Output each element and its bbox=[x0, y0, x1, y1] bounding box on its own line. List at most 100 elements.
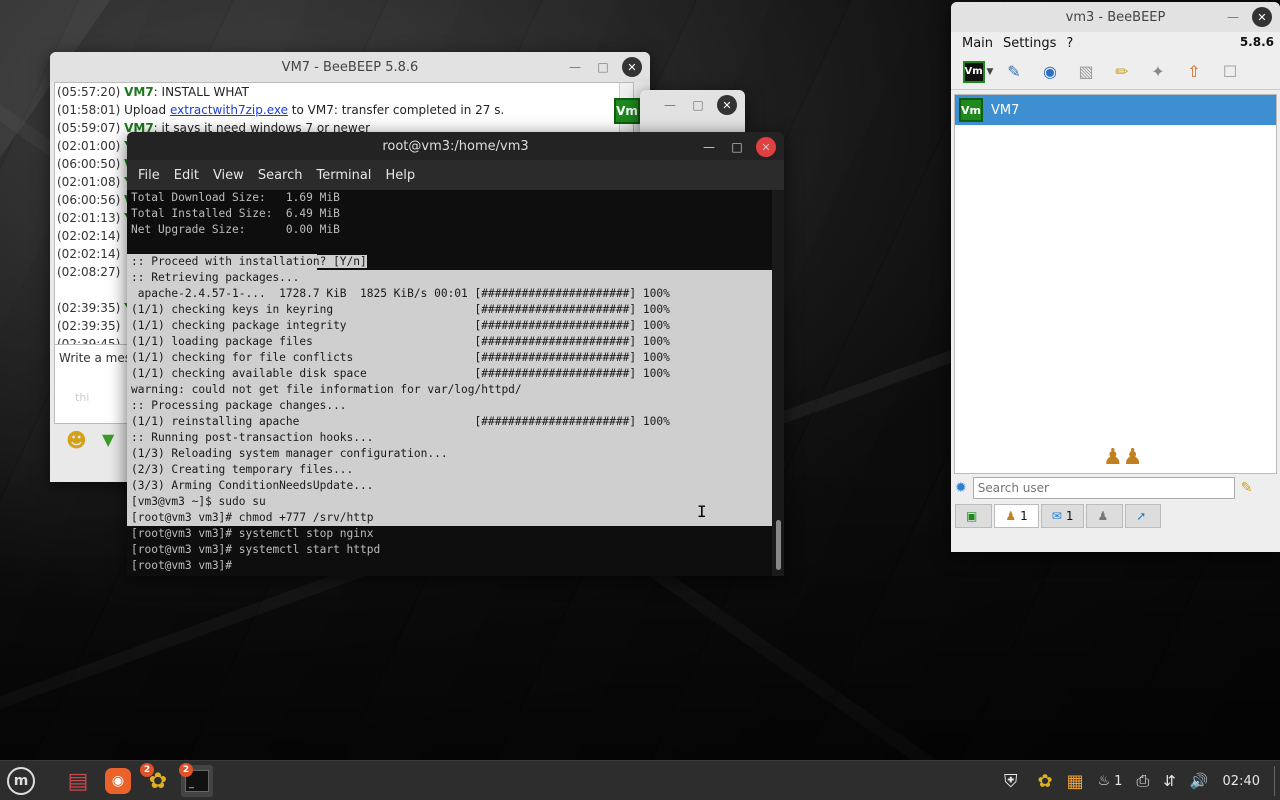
terminal-line: (3/3) Arming ConditionNeedsUpdate... bbox=[127, 478, 772, 494]
terminal-line: (1/1) checking available disk space [###… bbox=[127, 366, 772, 382]
folder-icon: ▤ bbox=[67, 768, 89, 794]
terminal-line: (1/1) reinstalling apache [#############… bbox=[127, 414, 772, 430]
terminal-menubar: File Edit View Search Terminal Help bbox=[127, 160, 784, 190]
terminal-line: :: Processing package changes... bbox=[127, 398, 772, 414]
terminal-badge: 2 bbox=[179, 763, 193, 777]
chat-timestamp: (02:39:35) bbox=[57, 319, 121, 333]
chat-timestamp: (02:02:14) bbox=[57, 229, 121, 243]
people-icon: ♟♟ bbox=[1103, 445, 1143, 470]
user-search-bar: ✹ ✎ bbox=[955, 476, 1275, 500]
chat-file-link[interactable]: extractwith7zip.exe bbox=[170, 103, 288, 117]
chat-sender: VM7 bbox=[124, 85, 154, 99]
maximize-icon[interactable]: □ bbox=[728, 138, 746, 156]
beebeep-badge: 2 bbox=[140, 763, 154, 777]
monitor-icon: ▣ bbox=[966, 509, 978, 523]
notifications-button[interactable]: ♨ 1 bbox=[1098, 773, 1123, 789]
terminal-line: (1/3) Reloading system manager configura… bbox=[127, 446, 772, 462]
chat-timestamp: (02:01:00) bbox=[57, 139, 121, 153]
emoji-icon[interactable]: ☻ bbox=[66, 428, 87, 452]
tab-monitor[interactable]: ▣ bbox=[955, 504, 993, 528]
terminal-line: :: Proceed with installation? [Y/n] bbox=[127, 254, 772, 270]
volume-icon[interactable]: 🔊 bbox=[1190, 772, 1209, 790]
terminal-title: root@vm3:/home/vm3 bbox=[382, 138, 529, 154]
minimize-icon[interactable]: — bbox=[1224, 8, 1242, 26]
vm3-beebeep-window[interactable]: vm3 - BeeBEEP — ✕ Main Settings ? 5.8.6 … bbox=[951, 2, 1280, 552]
minimize-icon[interactable]: — bbox=[700, 138, 718, 156]
terminal-line: warning: could not get file information … bbox=[127, 382, 772, 398]
menu-help[interactable]: ? bbox=[1061, 36, 1078, 51]
network-icon[interactable]: ⇵ bbox=[1163, 772, 1176, 790]
share-icon: ➚ bbox=[1136, 509, 1147, 523]
shared-folder-icon[interactable]: ▧ bbox=[1075, 61, 1097, 83]
vm3-titlebar[interactable]: vm3 - BeeBEEP — ✕ bbox=[951, 2, 1280, 32]
terminal-titlebar[interactable]: root@vm3:/home/vm3 — □ ✕ bbox=[127, 132, 784, 160]
menu-file[interactable]: File bbox=[131, 168, 167, 183]
menu-edit[interactable]: Edit bbox=[167, 168, 206, 183]
chat-timestamp: (02:08:27) bbox=[57, 265, 121, 279]
bell-icon: ♨ bbox=[1097, 773, 1111, 789]
tab-groups[interactable]: ♟ bbox=[1086, 504, 1124, 528]
vm7-titlebar[interactable]: VM7 - BeeBEEP 5.8.6 — □ ✕ bbox=[50, 52, 650, 82]
beebeep-taskbar-button[interactable]: 2 ✿ bbox=[140, 763, 174, 797]
file-manager-button[interactable]: ▤ bbox=[62, 765, 94, 797]
windows-icon[interactable]: ▦ bbox=[1067, 771, 1084, 792]
vm3-toolbar: Vm ▼ ✎ ◉ ▧ ✏ ✦ ⇧ ☐ bbox=[951, 54, 1280, 90]
terminal-line: :: Running post-transaction hooks... bbox=[127, 430, 772, 446]
tab-chats[interactable]: ✉ 1 bbox=[1040, 504, 1085, 528]
close-icon[interactable]: ✕ bbox=[622, 57, 642, 77]
user-row-vm7[interactable]: Vm VM7 bbox=[955, 95, 1276, 125]
close-icon[interactable]: ✕ bbox=[717, 95, 737, 115]
firefox-button[interactable]: ◉ bbox=[102, 765, 134, 797]
menu-main[interactable]: Main bbox=[957, 36, 998, 51]
show-desktop-button[interactable] bbox=[1274, 766, 1280, 796]
menu-help[interactable]: Help bbox=[378, 168, 422, 183]
minimize-icon[interactable]: — bbox=[661, 96, 679, 114]
update-icon[interactable]: ⇧ bbox=[1183, 61, 1205, 83]
maximize-icon[interactable]: □ bbox=[594, 58, 612, 76]
user-list[interactable]: Vm VM7 ♟♟ bbox=[954, 94, 1277, 474]
send-icon[interactable]: ▼ bbox=[102, 430, 114, 449]
background-window[interactable]: — □ ✕ bbox=[640, 90, 745, 132]
maximize-icon[interactable]: □ bbox=[689, 96, 707, 114]
chat-timestamp: (02:01:13) bbox=[57, 211, 121, 225]
minimize-icon[interactable]: — bbox=[566, 58, 584, 76]
search-user-input[interactable] bbox=[972, 477, 1235, 499]
close-icon[interactable]: ✕ bbox=[756, 137, 776, 157]
text-cursor-icon: I bbox=[697, 502, 707, 521]
message-draft: thi bbox=[75, 391, 90, 404]
background-titlebar[interactable]: — □ ✕ bbox=[640, 90, 745, 120]
menu-view[interactable]: View bbox=[206, 168, 251, 183]
notes-icon[interactable]: ✏ bbox=[1111, 61, 1133, 83]
terminal-line: (1/1) checking for file conflicts [#####… bbox=[127, 350, 772, 366]
plugins-icon[interactable]: ✦ bbox=[1147, 61, 1169, 83]
chat-timestamp: (06:00:56) bbox=[57, 193, 121, 207]
search-options-icon[interactable]: ✹ bbox=[955, 480, 967, 496]
profile-edit-icon[interactable]: ✎ bbox=[1003, 61, 1025, 83]
trash-icon[interactable]: ☐ bbox=[1219, 61, 1241, 83]
terminal-line: apache-2.4.57-1-... 1728.7 KiB 1825 KiB/… bbox=[127, 286, 772, 302]
terminal-line: [root@vm3 vm3]# chmod +777 /srv/http bbox=[127, 510, 772, 526]
terminal-text-selected: tion? [Y/n] bbox=[292, 255, 367, 268]
chat-text: to VM7: transfer completed in 27 s. bbox=[287, 103, 505, 117]
terminal-taskbar-button[interactable]: 2 _ bbox=[179, 763, 213, 797]
terminal-scroll-thumb[interactable] bbox=[776, 520, 781, 570]
terminal-window[interactable]: root@vm3:/home/vm3 — □ ✕ File Edit View … bbox=[127, 132, 784, 576]
menu-search[interactable]: Search bbox=[251, 168, 310, 183]
tab-users[interactable]: ♟ 1 bbox=[994, 504, 1039, 528]
tab-shares[interactable]: ➚ bbox=[1125, 504, 1162, 528]
menu-settings[interactable]: Settings bbox=[998, 36, 1061, 51]
menu-terminal[interactable]: Terminal bbox=[309, 168, 378, 183]
network-icon[interactable]: ◉ bbox=[1039, 61, 1061, 83]
terminal-output[interactable]: Total Download Size: 1.69 MiB Total Insta… bbox=[127, 190, 772, 576]
bee-tray-icon[interactable]: ✿ bbox=[1038, 771, 1053, 792]
notification-count: 1 bbox=[1114, 773, 1123, 789]
status-selector-button[interactable]: Vm ▼ bbox=[962, 60, 993, 83]
close-icon[interactable]: ✕ bbox=[1252, 7, 1272, 27]
clear-search-icon[interactable]: ✎ bbox=[1241, 480, 1253, 496]
clock[interactable]: 02:40 bbox=[1223, 774, 1260, 789]
printer-icon[interactable]: ⎙ bbox=[1136, 771, 1149, 791]
terminal-scrollbar[interactable] bbox=[772, 190, 784, 576]
mint-menu-button[interactable]: m bbox=[5, 765, 37, 797]
shield-icon[interactable]: ⛨ bbox=[1004, 771, 1018, 792]
